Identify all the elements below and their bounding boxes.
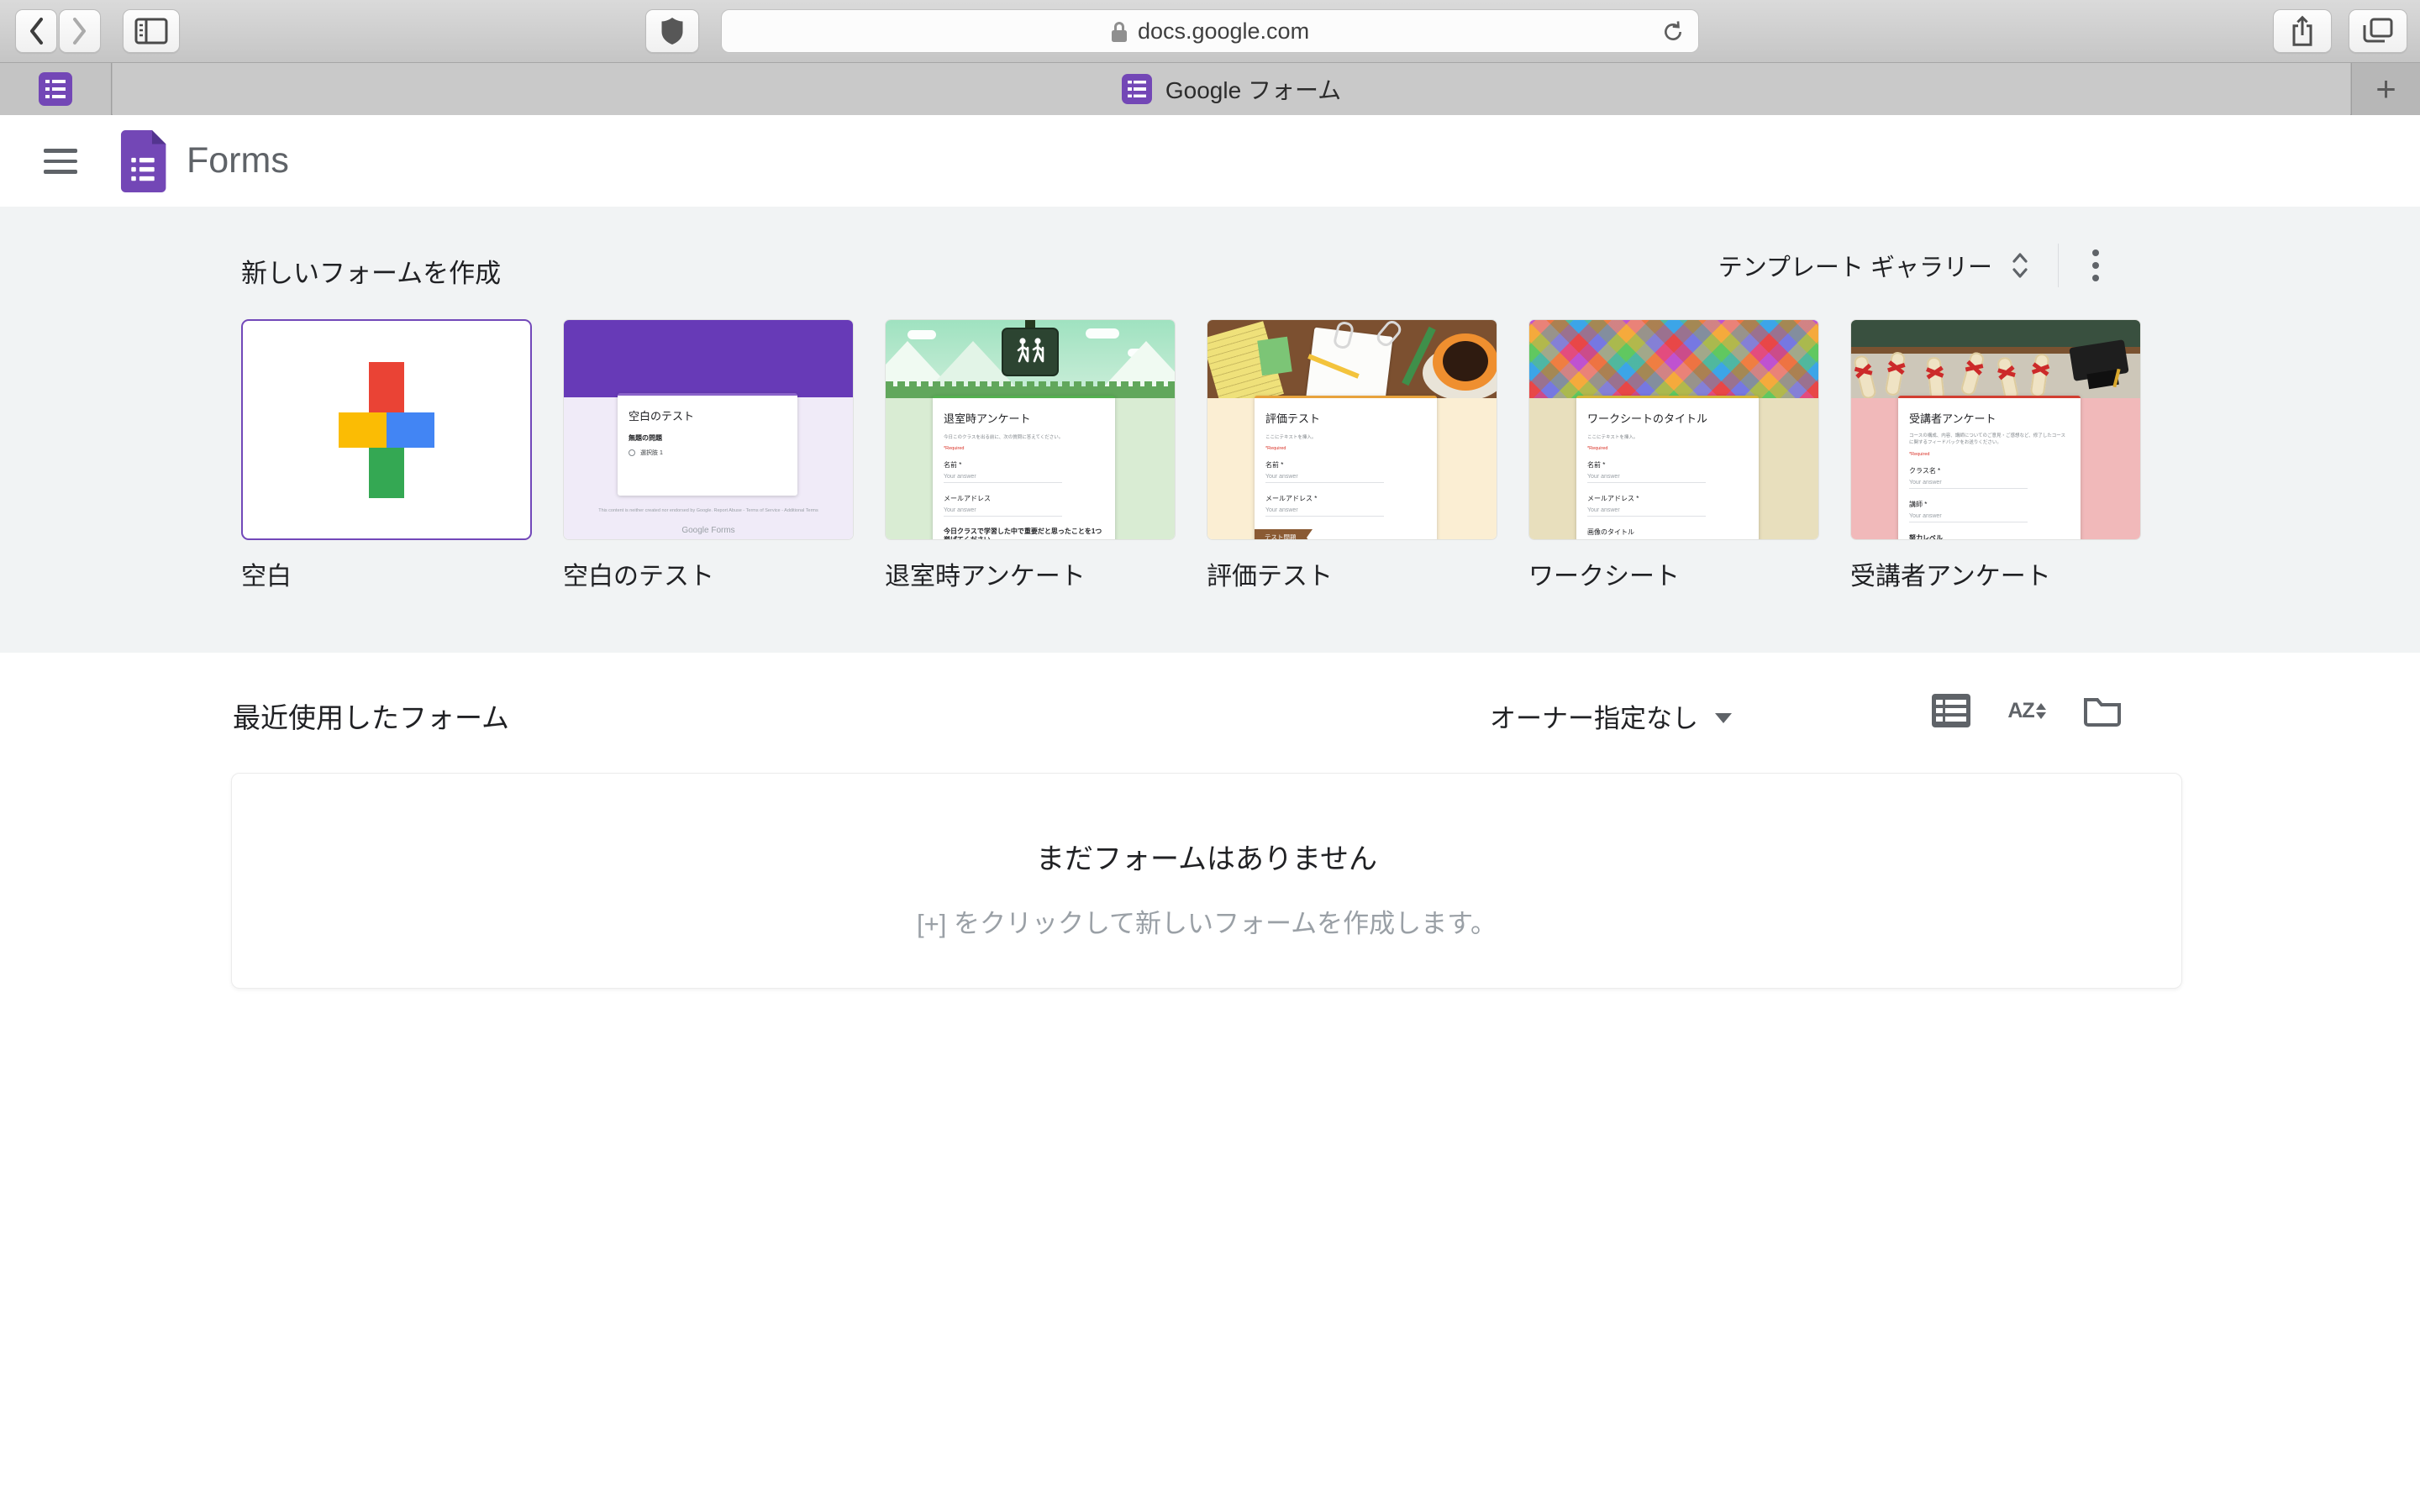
- empty-state-card: まだフォームはありません [+] をクリックして新しいフォームを作成します。: [231, 773, 2182, 989]
- privacy-shield-button[interactable]: [645, 9, 699, 53]
- template-card-assessment[interactable]: 評価テスト ここにテキストを挿入。 *Required 名前 * Your an…: [1207, 319, 1497, 592]
- app-title[interactable]: Forms: [187, 140, 289, 181]
- chevron-right-icon: [71, 16, 89, 46]
- tab-bar: Google フォーム +: [0, 63, 2420, 115]
- blank-template-thumbnail: [241, 319, 532, 540]
- template-card-worksheet[interactable]: ワークシートのタイトル ここにテキストを挿入。 *Required 名前 * Y…: [1528, 319, 1819, 592]
- section-title-recent-forms: 最近使用したフォーム: [233, 696, 509, 736]
- mosaic-illustration: [1529, 320, 1818, 398]
- active-tab[interactable]: Google フォーム: [113, 63, 2350, 115]
- template-label: 退室時アンケート: [885, 555, 1176, 592]
- list-view-button[interactable]: [1931, 690, 1971, 731]
- pinned-tab-google-forms[interactable]: [0, 63, 112, 115]
- template-card-exit-survey[interactable]: 退室時アンケート 今日このクラスを出る前に、次の質問に答えてください。 *Req…: [885, 319, 1176, 592]
- dropdown-arrow-icon: [1715, 713, 1732, 723]
- forms-logo-icon[interactable]: [119, 130, 166, 192]
- forward-button[interactable]: [59, 9, 101, 53]
- share-icon: [2290, 15, 2315, 47]
- url-text: docs.google.com: [1138, 18, 1309, 45]
- back-button[interactable]: [15, 9, 57, 53]
- unfold-more-icon: [2007, 248, 2033, 283]
- list-view-icon: [1932, 694, 1970, 727]
- sort-az-icon: AZ: [2007, 699, 2045, 723]
- hikers-sign-icon: [1002, 328, 1059, 376]
- address-bar[interactable]: docs.google.com: [721, 9, 1699, 53]
- share-button[interactable]: [2273, 9, 2332, 53]
- google-forms-favicon: [39, 72, 72, 106]
- hiking-illustration: [886, 320, 1175, 398]
- forms-header: Forms 検索 ECCS2016 Information Technology…: [0, 115, 2420, 207]
- empty-state-title: まだフォームはありません: [232, 774, 2181, 877]
- template-section: 新しいフォームを作成 テンプレート ギャラリー 空白: [0, 207, 2420, 653]
- worksheet-template-thumbnail: ワークシートのタイトル ここにテキストを挿入。 *Required 名前 * Y…: [1528, 319, 1819, 540]
- lock-icon: [1111, 20, 1128, 43]
- template-label: 受講者アンケート: [1850, 555, 2141, 592]
- desk-photo-illustration: [1207, 320, 1497, 398]
- divider: [2058, 244, 2059, 287]
- section-title-new-form: 新しいフォームを作成: [241, 252, 501, 290]
- template-card-course-evaluation[interactable]: 受講者アンケート コースの構成、内容、講師についてのご意見・ご感想など、修了した…: [1850, 319, 2141, 592]
- template-label: ワークシート: [1528, 555, 1819, 592]
- graduation-photo-illustration: [1851, 320, 2140, 398]
- template-card-blank[interactable]: 空白: [241, 319, 532, 592]
- assessment-template-thumbnail: 評価テスト ここにテキストを挿入。 *Required 名前 * Your an…: [1207, 319, 1497, 540]
- sidebar-icon: [134, 18, 168, 45]
- main-menu-button[interactable]: [44, 144, 84, 179]
- shield-icon: [660, 17, 684, 45]
- browser-toolbar: docs.google.com: [0, 0, 2420, 63]
- folder-icon: [2083, 695, 2122, 727]
- template-gallery-button[interactable]: テンプレート ギャラリー: [1718, 248, 2033, 283]
- open-file-picker-button[interactable]: [2082, 690, 2123, 731]
- plus-glyph: +: [2375, 69, 2396, 109]
- tabs-icon: [2363, 18, 2393, 45]
- template-label: 空白: [241, 555, 532, 592]
- sidebar-toggle-button[interactable]: [123, 9, 180, 53]
- chevron-left-icon: [27, 16, 45, 46]
- template-cards-row: 空白 空白のテスト 無題の問題 選択肢 1 This content is ne…: [241, 319, 2141, 592]
- owner-filter-dropdown[interactable]: オーナー指定なし: [1490, 697, 1732, 735]
- google-forms-favicon: [1122, 74, 1152, 104]
- empty-state-subtitle: [+] をクリックして新しいフォームを作成します。: [232, 902, 2181, 940]
- template-label: 空白のテスト: [563, 555, 854, 592]
- quiz-section-ribbon: テスト問題: [1255, 529, 1307, 540]
- tab-title: Google フォーム: [1165, 72, 1341, 106]
- template-card-blank-quiz[interactable]: 空白のテスト 無題の問題 選択肢 1 This content is neith…: [563, 319, 854, 592]
- course-template-thumbnail: 受講者アンケート コースの構成、内容、講師についてのご意見・ご感想など、修了した…: [1850, 319, 2141, 540]
- template-label: 評価テスト: [1207, 555, 1497, 592]
- new-tab-button[interactable]: +: [2351, 63, 2420, 115]
- tab-overview-button[interactable]: [2349, 9, 2407, 53]
- exit-template-thumbnail: 退室時アンケート 今日このクラスを出る前に、次の質問に答えてください。 *Req…: [885, 319, 1176, 540]
- sort-az-button[interactable]: AZ: [2007, 690, 2047, 731]
- refresh-icon[interactable]: [1660, 18, 1686, 51]
- more-options-button[interactable]: [2084, 244, 2107, 286]
- recent-forms-section: 最近使用したフォーム オーナー指定なし AZ: [0, 653, 2420, 1512]
- plus-icon: [318, 362, 455, 498]
- safari-window: docs.google.com Google フォーム: [0, 0, 2420, 1512]
- quiz-template-thumbnail: 空白のテスト 無題の問題 選択肢 1 This content is neith…: [563, 319, 854, 540]
